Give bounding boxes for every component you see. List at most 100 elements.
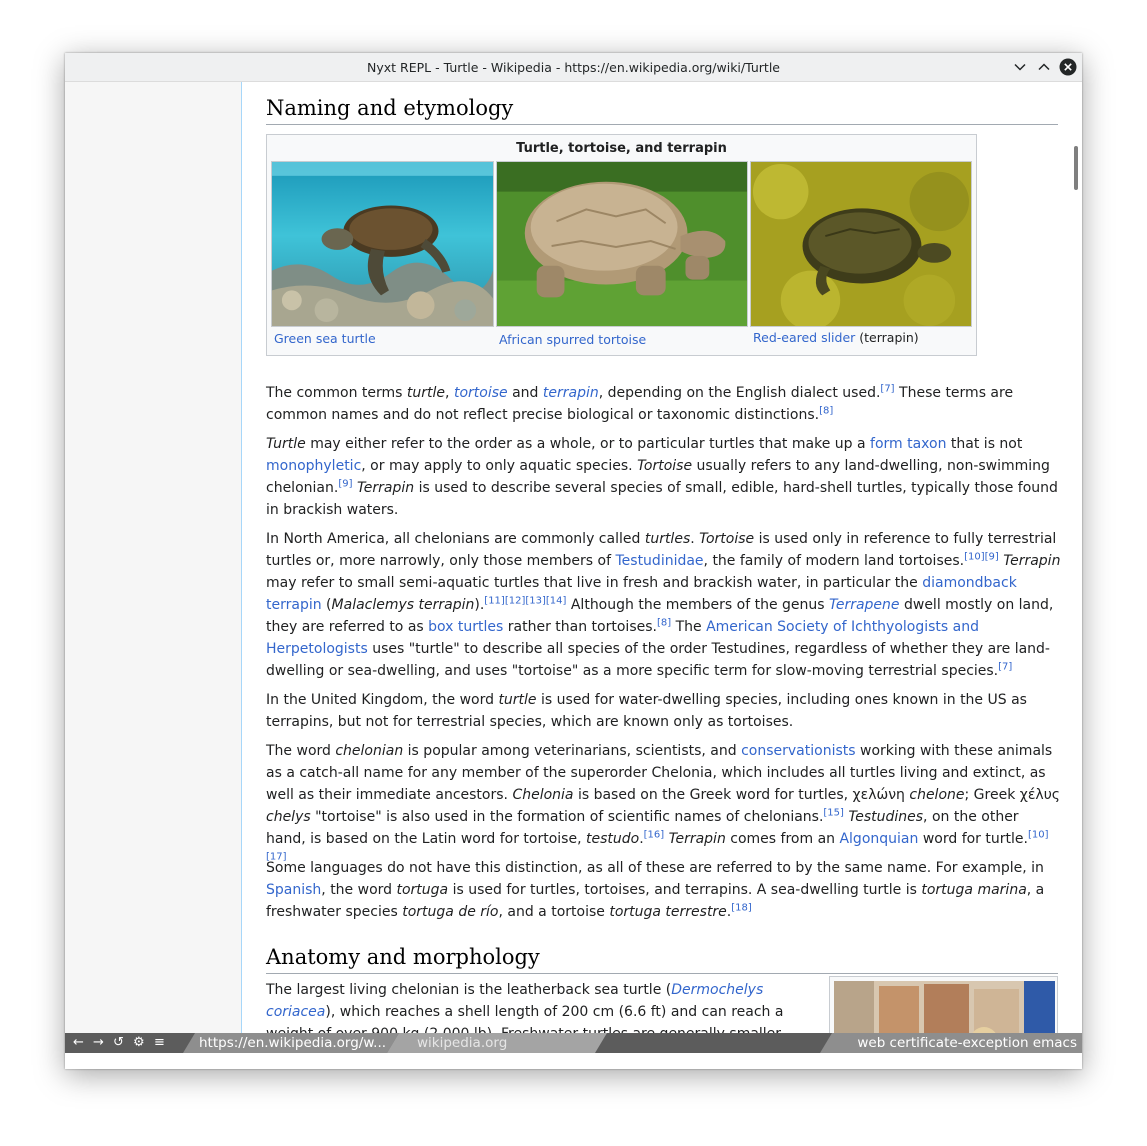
italic-term: turtle [498, 692, 537, 708]
modes-segment[interactable]: web certificate-exception emacs [820, 1033, 1082, 1053]
text: uses "turtle" to describe all species of… [266, 641, 1050, 679]
text: is based on the Greek word for turtles, … [573, 787, 910, 803]
green-sea-turtle-image[interactable] [271, 161, 494, 327]
red-eared-slider-image[interactable] [750, 161, 972, 327]
chevron-down-icon[interactable] [1011, 58, 1029, 76]
box-turtles-link[interactable]: box turtles [428, 619, 503, 635]
text: The largest living chelonian is the leat… [266, 982, 672, 998]
reload-icon[interactable]: ↺ [113, 1035, 124, 1050]
citation-link[interactable]: [7] [998, 661, 1012, 672]
text: word for turtle. [918, 831, 1028, 847]
text: comes from an [725, 831, 840, 847]
spanish-link[interactable]: Spanish [266, 882, 321, 898]
italic-term: chelone [909, 787, 965, 803]
forward-arrow-icon[interactable]: → [93, 1035, 104, 1050]
text: ), which reaches a shell length of 200 c… [266, 1004, 784, 1033]
anatomy-thumbnail [829, 976, 1058, 1033]
section-heading: Anatomy and morphology [266, 944, 1058, 975]
domain-text: wikipedia.org [417, 1035, 508, 1051]
conservationists-link[interactable]: conservationists [741, 743, 855, 759]
paragraph-largest-chelonian: The largest living chelonian is the leat… [266, 979, 806, 1033]
tortoise-link[interactable]: tortoise [454, 385, 508, 401]
red-eared-slider-link[interactable]: Red-eared slider [753, 330, 855, 345]
text: In North America, all chelonians are com… [266, 531, 645, 547]
text: is popular among veterinarians, scientis… [403, 743, 742, 759]
vertical-scrollbar[interactable] [1070, 82, 1082, 1033]
back-arrow-icon[interactable]: ← [73, 1035, 84, 1050]
testudinidae-link[interactable]: Testudinidae [615, 553, 703, 569]
text: and [507, 385, 543, 401]
caption-text: (terrapin) [855, 330, 919, 345]
paragraph-north-america: In North America, all chelonians are com… [266, 528, 1062, 682]
anatomy-image[interactable] [834, 981, 1055, 1033]
paragraph-chelonian: The word chelonian is popular among vete… [266, 740, 1062, 872]
text: . [690, 531, 700, 547]
text: may refer to small semi-aquatic turtles … [266, 575, 923, 591]
domain-segment[interactable]: wikipedia.org [387, 1033, 607, 1053]
italic-term: Turtle [266, 436, 306, 452]
text: ( [321, 597, 332, 613]
text: , [445, 385, 454, 401]
text: Some languages do not have this distinct… [266, 860, 1044, 876]
text: ). [474, 597, 485, 613]
italic-term: chelys [266, 809, 311, 825]
italic-term: testudo [585, 831, 640, 847]
paragraph-united-kingdom: In the United Kingdom, the word turtle i… [266, 689, 1062, 733]
african-spurred-tortoise-link[interactable]: African spurred tortoise [499, 332, 646, 347]
algonquian-link[interactable]: Algonquian [839, 831, 918, 847]
green-sea-turtle-link[interactable]: Green sea turtle [274, 331, 376, 346]
terrapene-link[interactable]: Terrapene [829, 597, 900, 613]
navigation-buttons: ← → ↺ ⚙ ≡ [65, 1033, 190, 1053]
gallery-caption-2: African spurred tortoise [499, 332, 646, 347]
italic-term: tortuga terrestre [609, 904, 727, 920]
italic-term: turtles [644, 531, 691, 547]
image-gallery: Turtle, tortoise, and terrapin Green sea… [266, 134, 977, 356]
status-bar: ← → ↺ ⚙ ≡ https://en.wikipedia.org/w... … [65, 1033, 1082, 1053]
text: may either refer to the order as a whole… [305, 436, 871, 452]
url-segment[interactable]: https://en.wikipedia.org/w... [183, 1033, 399, 1053]
form-taxon-link[interactable]: form taxon [870, 436, 946, 452]
text: , the family of modern land tortoises. [703, 553, 965, 569]
citation-link[interactable]: [11][12][13][14] [484, 595, 566, 606]
paragraph-turtle-usage: Turtle may either refer to the order as … [266, 433, 1062, 521]
italic-term: Chelonia [512, 787, 574, 803]
italic-term: Terrapin [1003, 553, 1061, 569]
page-viewport: Naming and etymology Turtle, tortoise, a… [65, 82, 1082, 1033]
citation-link[interactable]: [16] [644, 829, 665, 840]
text: The word [266, 743, 336, 759]
text: Although the members of the genus [566, 597, 830, 613]
article-content: Naming and etymology Turtle, tortoise, a… [241, 82, 1070, 1033]
italic-term: Testudines [848, 809, 924, 825]
section-heading: Naming and etymology [266, 95, 1058, 126]
text: , the word [321, 882, 397, 898]
citation-link[interactable]: [18] [731, 902, 752, 913]
terrapin-link[interactable]: terrapin [543, 385, 599, 401]
italic-term: Tortoise [637, 458, 693, 474]
settings-icon[interactable]: ⚙ [133, 1035, 145, 1050]
citation-link[interactable]: [8] [657, 617, 671, 628]
italic-term: Terrapin [668, 831, 726, 847]
scrollbar-thumb[interactable] [1074, 146, 1078, 190]
monophyletic-link[interactable]: monophyletic [266, 458, 361, 474]
text: ; Greek χέλυς [964, 787, 1061, 803]
gallery-caption-3: Red-eared slider (terrapin) [753, 330, 919, 345]
text: that is not [946, 436, 1023, 452]
chevron-up-icon[interactable] [1035, 58, 1053, 76]
title-bar: Nyxt REPL - Turtle - Wikipedia - https:/… [65, 53, 1082, 82]
italic-term: chelonian [335, 743, 404, 759]
italic-term: tortuga [396, 882, 449, 898]
citation-link[interactable]: [9] [338, 478, 352, 489]
gallery-title: Turtle, tortoise, and terrapin [516, 141, 727, 156]
african-spurred-tortoise-image[interactable] [496, 161, 748, 327]
menu-icon[interactable]: ≡ [154, 1035, 165, 1050]
citation-link[interactable]: [8] [819, 405, 833, 416]
citation-link[interactable]: [10][9] [964, 551, 999, 562]
gallery-caption-1: Green sea turtle [274, 331, 376, 346]
close-icon[interactable] [1059, 58, 1077, 76]
window-title: Nyxt REPL - Turtle - Wikipedia - https:/… [367, 60, 780, 75]
citation-link[interactable]: [7] [880, 383, 894, 394]
citation-link[interactable]: [15] [823, 807, 844, 818]
text: "tortoise" is also used in the formation… [310, 809, 824, 825]
italic-term: tortuga marina [921, 882, 1027, 898]
text: The [671, 619, 707, 635]
